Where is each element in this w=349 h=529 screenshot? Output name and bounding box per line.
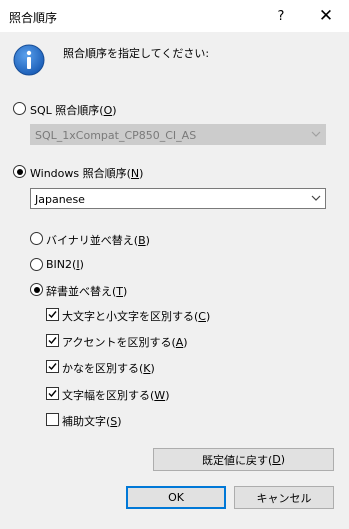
windows-collation-label[interactable]: Windows 照合順序(N) (30, 165, 143, 181)
windows-collation-radio[interactable] (13, 165, 26, 178)
supplementary-characters-label[interactable]: 補助文字(S) (62, 413, 122, 429)
prompt-text: 照合順序を指定してください: (63, 47, 210, 60)
title-bar: 照合順序 ? ✕ (0, 0, 349, 32)
case-sensitive-label[interactable]: 大文字と小文字を区別する(C) (62, 308, 210, 324)
windows-collation-dropdown[interactable]: Japanese (30, 188, 326, 209)
close-button[interactable]: ✕ (303, 0, 349, 32)
sql-collation-value: SQL_1xCompat_CP850_CI_AS (35, 129, 197, 142)
chevron-down-icon (311, 131, 321, 137)
help-button[interactable]: ? (258, 0, 304, 32)
binary-sort-label[interactable]: バイナリ並べ替え(B) (46, 232, 150, 248)
dictionary-sort-label[interactable]: 辞書並べ替え(T) (46, 283, 127, 299)
dictionary-sort-radio[interactable] (30, 283, 43, 296)
window-title: 照合順序 (9, 11, 58, 25)
kana-sensitive-label[interactable]: かなを区別する(K) (62, 360, 155, 376)
accent-sensitive-label[interactable]: アクセントを区別する(A) (62, 334, 188, 350)
checkmark-icon (48, 390, 57, 398)
case-sensitive-checkbox[interactable] (46, 308, 59, 321)
cancel-button[interactable]: キャンセル (234, 486, 334, 509)
kana-sensitive-checkbox[interactable] (46, 360, 59, 373)
sql-collation-dropdown: SQL_1xCompat_CP850_CI_AS (30, 124, 326, 145)
checkmark-icon (48, 337, 57, 345)
sql-collation-label[interactable]: SQL 照合順序(O) (30, 102, 117, 118)
binary-sort-radio[interactable] (30, 232, 43, 245)
windows-collation-value: Japanese (35, 193, 85, 206)
checkmark-icon (48, 363, 57, 371)
ok-button[interactable]: OK (126, 486, 226, 509)
chevron-down-icon (311, 195, 321, 201)
accent-sensitive-checkbox[interactable] (46, 334, 59, 347)
bin2-radio[interactable] (30, 258, 43, 271)
reset-defaults-button[interactable]: 既定値に戻す(D) (153, 448, 334, 471)
help-icon: ? (277, 8, 285, 24)
width-sensitive-label[interactable]: 文字幅を区別する(W) (62, 387, 169, 403)
close-icon: ✕ (318, 6, 334, 26)
width-sensitive-checkbox[interactable] (46, 387, 59, 400)
sql-collation-radio[interactable] (13, 102, 26, 115)
checkmark-icon (48, 311, 57, 319)
info-icon (13, 44, 45, 76)
supplementary-characters-checkbox[interactable] (46, 413, 59, 426)
bin2-label[interactable]: BIN2(I) (46, 258, 84, 271)
